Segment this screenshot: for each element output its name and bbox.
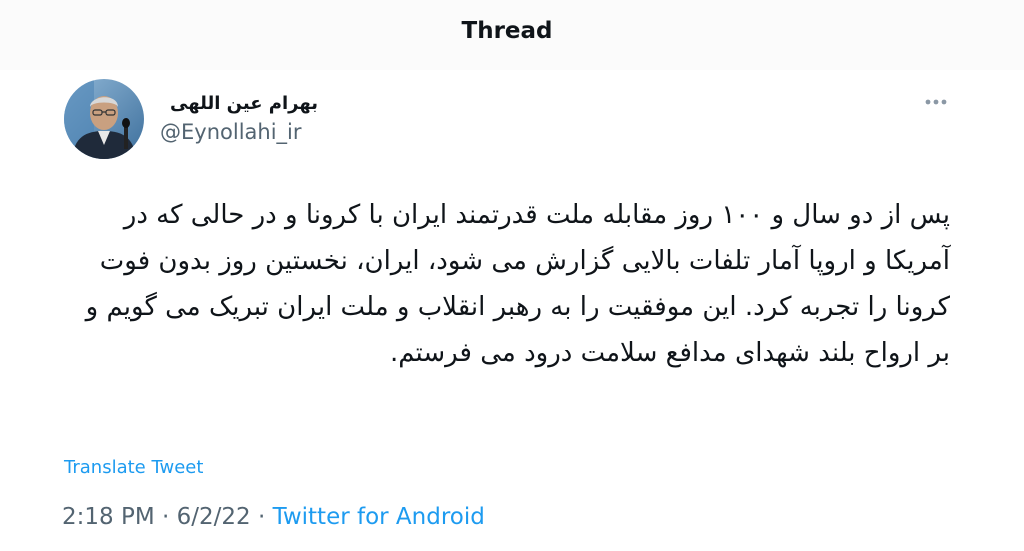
tweet-time[interactable]: 2:18 PM bbox=[62, 504, 155, 530]
thread-header: Thread bbox=[0, 0, 1024, 70]
more-options-icon[interactable] bbox=[920, 94, 952, 110]
page-title: Thread bbox=[461, 18, 553, 44]
person-avatar-icon bbox=[64, 79, 144, 159]
avatar[interactable] bbox=[64, 79, 144, 159]
separator-dot: · bbox=[154, 504, 177, 530]
tweet-page: Thread بهرام عین اللهی @Eynollahi_ir پس … bbox=[0, 0, 1024, 551]
tweet-source-link[interactable]: Twitter for Android bbox=[273, 504, 485, 530]
author-display-name[interactable]: بهرام عین اللهی bbox=[160, 93, 318, 114]
tweet-metadata: 2:18 PM · 6/2/22 · Twitter for Android bbox=[62, 504, 485, 530]
separator-dot: · bbox=[250, 504, 273, 530]
author-handle[interactable]: @Eynollahi_ir bbox=[160, 120, 302, 144]
tweet-date[interactable]: 6/2/22 bbox=[177, 504, 251, 530]
translate-tweet-link[interactable]: Translate Tweet bbox=[64, 457, 203, 478]
tweet-text: پس از دو سال و ۱۰۰ روز مقابله ملت قدرتمن… bbox=[85, 200, 950, 368]
